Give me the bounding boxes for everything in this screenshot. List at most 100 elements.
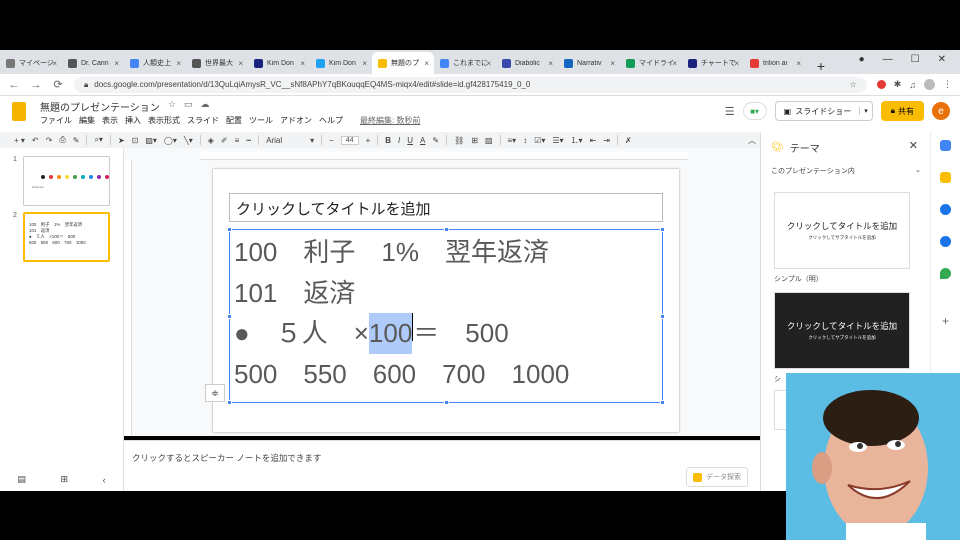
- profile-icon[interactable]: ●: [859, 54, 865, 65]
- select-icon[interactable]: ➤: [118, 136, 125, 145]
- clear-format-icon[interactable]: ✗: [625, 136, 632, 145]
- checklist-icon[interactable]: ☑▾: [534, 136, 545, 145]
- calendar-icon[interactable]: [940, 140, 951, 151]
- media-icon[interactable]: ♫: [909, 80, 916, 90]
- zoom-icon[interactable]: ⌕▾: [94, 135, 103, 145]
- menu-item[interactable]: ヘルプ: [319, 115, 343, 126]
- body-text[interactable]: 100 利子 1% 翌年返済 101 返済 ● ５人 × 100 ＝ 500 500…: [234, 232, 569, 394]
- browser-tab[interactable]: Diabolic ×: [496, 52, 558, 74]
- new-slide-icon[interactable]: + ▾: [14, 136, 25, 145]
- tab-close-icon[interactable]: ×: [486, 59, 491, 68]
- menu-item[interactable]: ファイル: [40, 115, 72, 126]
- menu-item[interactable]: 表示: [102, 115, 118, 126]
- close-window-icon[interactable]: ✕: [938, 54, 946, 65]
- theme-section-select[interactable]: このプレゼンテーション内 ⌄: [771, 166, 921, 176]
- menu-item[interactable]: スライド: [187, 115, 219, 126]
- collapse-panel-icon[interactable]: ‹: [103, 475, 106, 485]
- decrease-indent-icon[interactable]: ⇤: [590, 136, 597, 145]
- menu-item[interactable]: 表示形式: [148, 115, 180, 126]
- link-icon[interactable]: ⛓: [454, 136, 464, 145]
- maximize-icon[interactable]: ☐: [911, 54, 920, 65]
- line-spacing-icon[interactable]: ↕: [523, 136, 527, 145]
- decrease-size-icon[interactable]: −: [329, 136, 334, 145]
- browser-menu-icon[interactable]: ⋮: [943, 79, 952, 90]
- share-button[interactable]: 🔒︎ 共有: [880, 101, 924, 121]
- filmstrip-view-icon[interactable]: ▤: [17, 474, 26, 485]
- slide-thumbnail-2[interactable]: 100 利子 1% 翌年返済 101 返済 ● ５人 ×100＝ 500 500 55…: [23, 212, 110, 262]
- tab-close-icon[interactable]: ×: [424, 59, 429, 68]
- star-icon[interactable]: ☆: [168, 99, 176, 114]
- contacts-icon[interactable]: [940, 236, 951, 247]
- add-comment-icon[interactable]: ⊞: [471, 136, 478, 145]
- browser-tab[interactable]: マイページ ×: [0, 52, 62, 74]
- numbered-list-icon[interactable]: ⒈▾: [571, 135, 583, 146]
- add-addon-icon[interactable]: +: [940, 315, 951, 327]
- horizontal-ruler[interactable]: [200, 152, 688, 160]
- user-avatar[interactable]: e: [932, 102, 950, 120]
- tab-close-icon[interactable]: ×: [114, 59, 119, 68]
- border-dash-icon[interactable]: ┅: [246, 136, 251, 145]
- resize-handle[interactable]: [227, 314, 232, 319]
- highlight-icon[interactable]: ✎: [432, 136, 439, 145]
- resize-handle[interactable]: [227, 227, 232, 232]
- line-icon[interactable]: ╲▾: [184, 136, 193, 145]
- menu-item[interactable]: 編集: [79, 115, 95, 126]
- font-size-field[interactable]: 44: [340, 135, 359, 145]
- bookmark-star-icon[interactable]: ☆: [850, 80, 857, 89]
- increase-indent-icon[interactable]: ⇥: [603, 136, 610, 145]
- keep-icon[interactable]: [940, 172, 951, 183]
- image-icon[interactable]: ▨▾: [145, 136, 157, 145]
- bold-icon[interactable]: B: [385, 136, 391, 145]
- tasks-icon[interactable]: [940, 204, 951, 215]
- comment-history-icon[interactable]: ☰: [725, 105, 735, 118]
- browser-tab[interactable]: 無題のプ ×: [372, 52, 434, 74]
- image-insert-icon[interactable]: ▧: [485, 136, 493, 145]
- tab-close-icon[interactable]: ×: [796, 59, 801, 68]
- back-icon[interactable]: ←: [8, 79, 20, 91]
- menu-item[interactable]: アドオン: [280, 115, 312, 126]
- resize-handle[interactable]: [660, 400, 665, 405]
- redo-icon[interactable]: ↷: [46, 136, 53, 145]
- tab-close-icon[interactable]: ×: [176, 59, 181, 68]
- grid-view-icon[interactable]: ⊞: [60, 474, 68, 485]
- extension-badge-icon[interactable]: [876, 80, 886, 89]
- tab-close-icon[interactable]: ×: [672, 59, 677, 68]
- browser-tab[interactable]: Dr. Carin ×: [62, 52, 124, 74]
- maps-icon[interactable]: [940, 268, 951, 279]
- browser-tab[interactable]: これまでに ×: [434, 52, 496, 74]
- slideshow-button[interactable]: ▣ スライドショー ▾: [774, 101, 873, 121]
- underline-icon[interactable]: U: [407, 136, 413, 145]
- tab-close-icon[interactable]: ×: [362, 59, 367, 68]
- browser-tab[interactable]: マイドライ ×: [620, 52, 682, 74]
- slides-logo[interactable]: [12, 102, 26, 121]
- browser-tab[interactable]: 世界最大 ×: [186, 52, 248, 74]
- textbox-icon[interactable]: ⊡: [132, 136, 139, 145]
- speaker-notes[interactable]: クリックするとスピーカー ノートを追加できます データ探索: [124, 440, 760, 491]
- tab-close-icon[interactable]: ×: [548, 59, 553, 68]
- vertical-ruler[interactable]: [124, 160, 132, 436]
- menu-item[interactable]: ツール: [249, 115, 273, 126]
- border-weight-icon[interactable]: ≡: [235, 136, 240, 145]
- resize-handle[interactable]: [660, 227, 665, 232]
- meet-icon[interactable]: ■▾: [742, 102, 767, 120]
- tab-close-icon[interactable]: ×: [238, 59, 243, 68]
- slideshow-dropdown-icon[interactable]: ▾: [859, 107, 872, 115]
- align-icon[interactable]: ≡▾: [508, 136, 517, 145]
- forward-icon[interactable]: →: [30, 79, 42, 91]
- increase-size-icon[interactable]: +: [366, 136, 371, 145]
- autofit-options-icon[interactable]: ≑: [205, 384, 225, 402]
- doc-title[interactable]: 無題のプレゼンテーション: [40, 99, 160, 114]
- browser-tab[interactable]: Kim Don ×: [248, 52, 310, 74]
- browser-tab[interactable]: Narrativ ×: [558, 52, 620, 74]
- browser-tab[interactable]: チャートで ×: [682, 52, 744, 74]
- collapse-toolbar-icon[interactable]: ︿: [748, 135, 756, 146]
- browser-tab[interactable]: Kim Don ×: [310, 52, 372, 74]
- tab-close-icon[interactable]: ×: [610, 59, 615, 68]
- tab-close-icon[interactable]: ×: [734, 59, 739, 68]
- fill-color-icon[interactable]: ◈: [208, 136, 214, 145]
- browser-tab[interactable]: trilion ai ×: [744, 52, 806, 74]
- extension-puzzle-icon[interactable]: ✱: [894, 79, 902, 90]
- title-placeholder[interactable]: クリックしてタイトルを追加: [229, 193, 663, 222]
- tab-close-icon[interactable]: ×: [52, 59, 57, 68]
- undo-icon[interactable]: ↶: [32, 136, 39, 145]
